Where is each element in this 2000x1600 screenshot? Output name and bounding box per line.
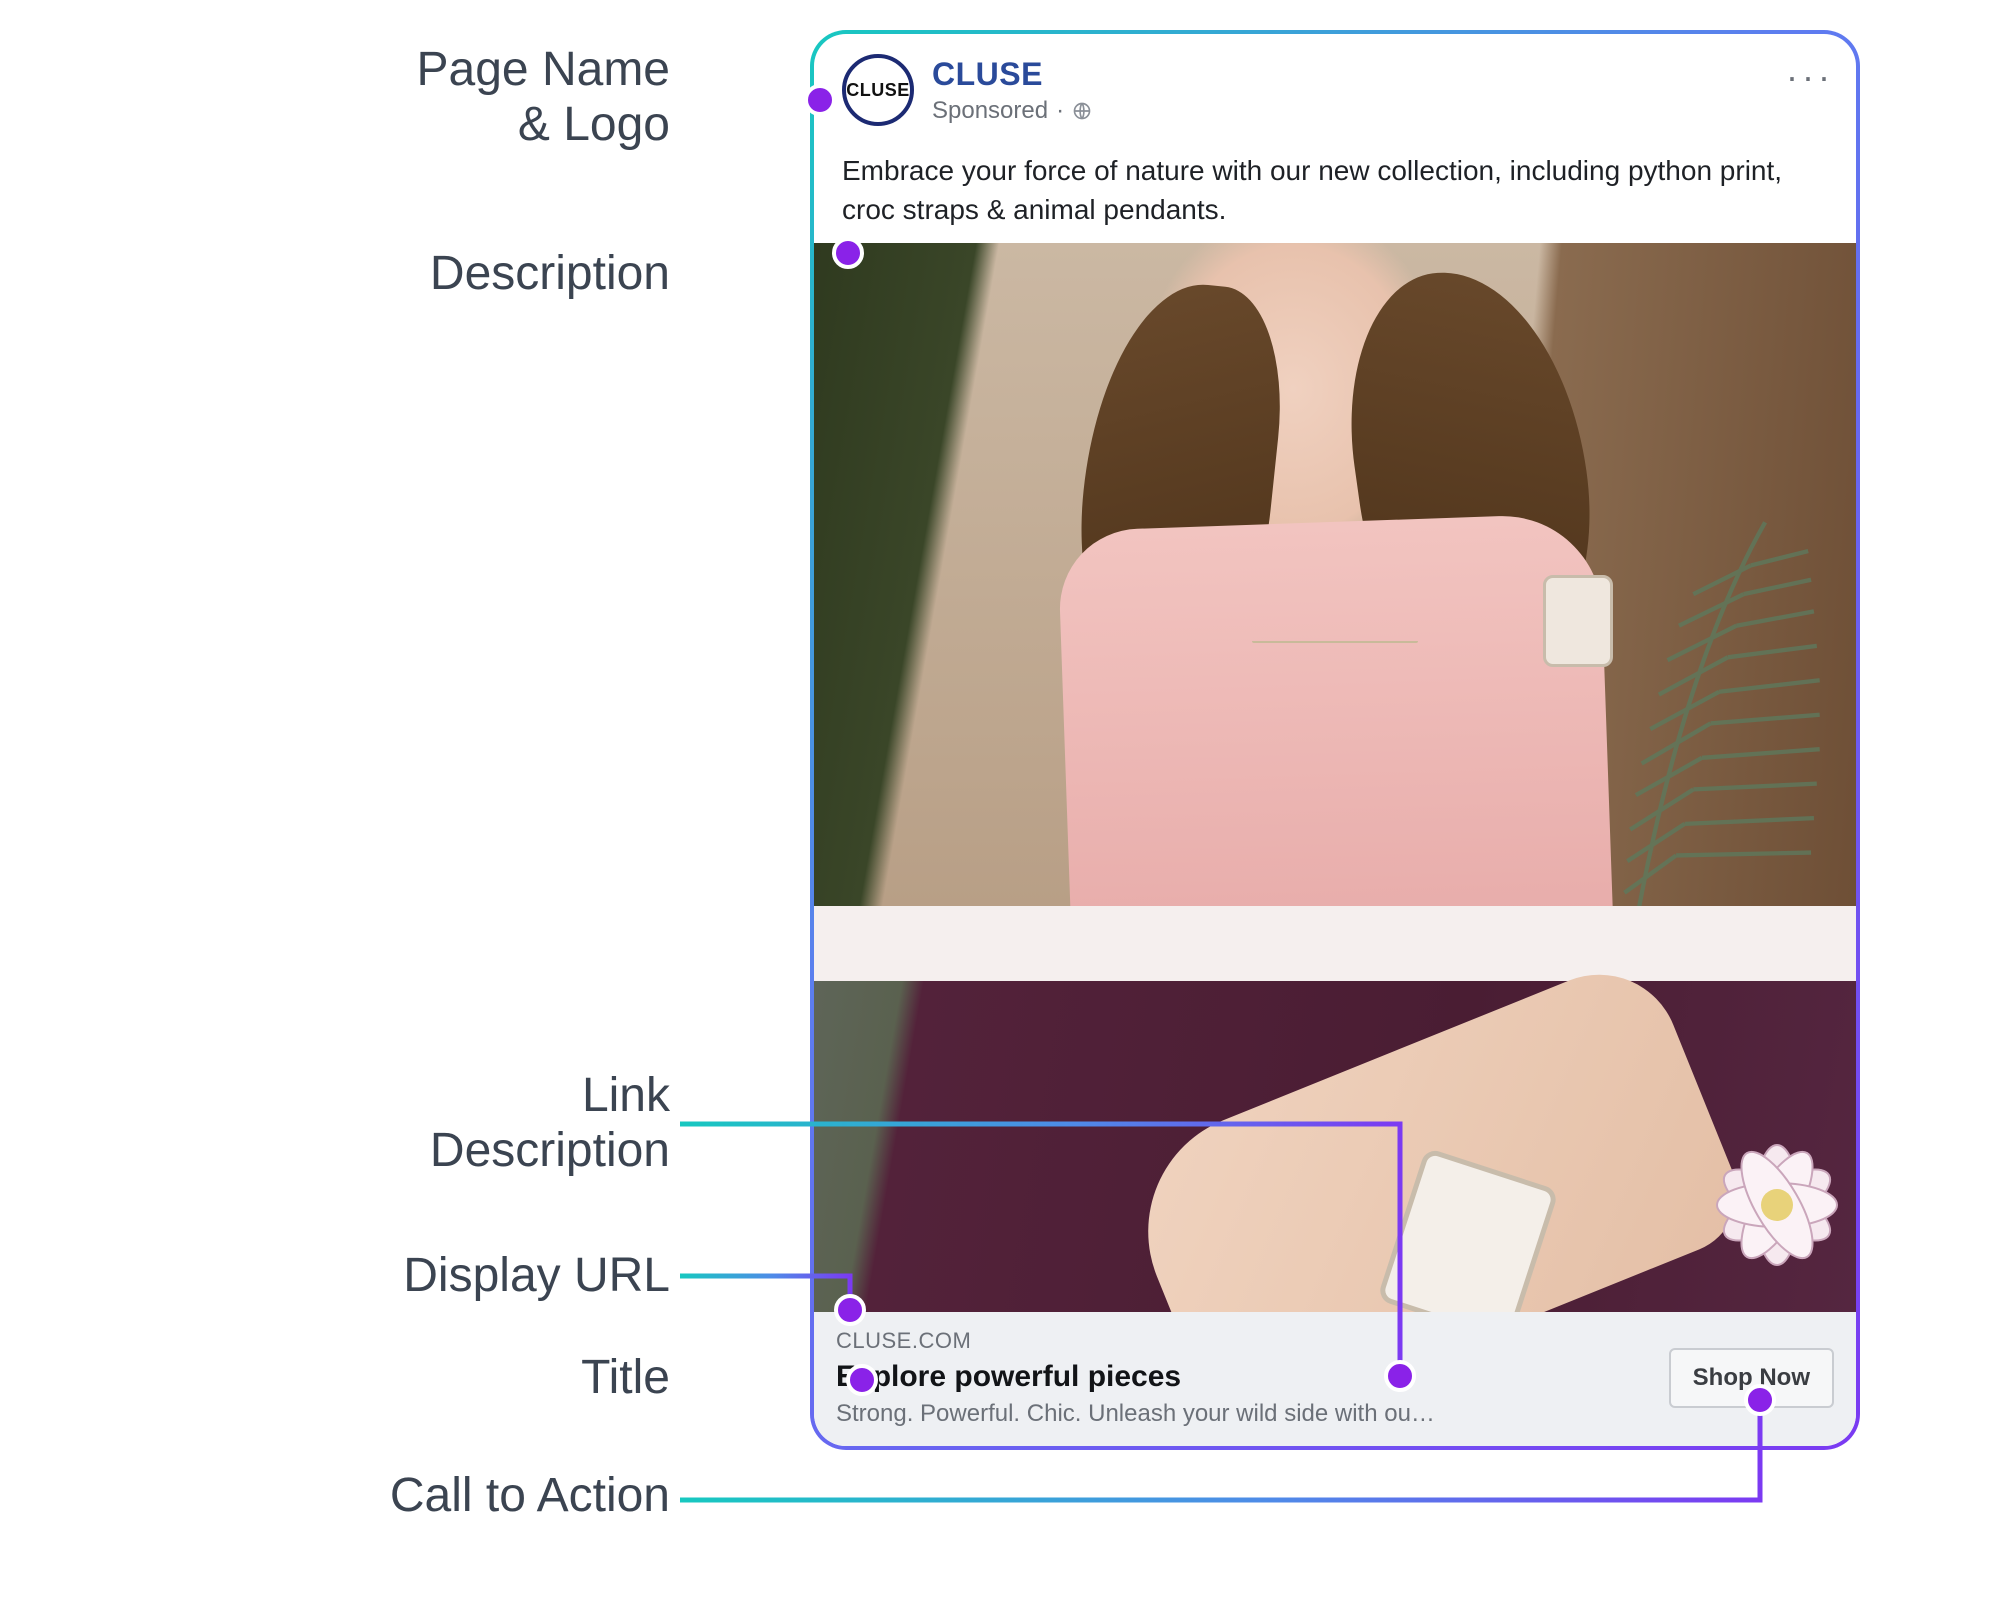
annotation-display-url: Display URL xyxy=(403,1248,670,1303)
ad-header: CLUSE CLUSE Sponsored · ··· xyxy=(814,34,1856,134)
ad-link-bar[interactable]: CLUSE.COM Explore powerful pieces Strong… xyxy=(814,1312,1856,1446)
ad-link-description: Strong. Powerful. Chic. Unleash your wil… xyxy=(836,1400,1649,1428)
annotation-call-to-action: Call to Action xyxy=(390,1468,670,1523)
annotation-title: Title xyxy=(581,1350,670,1405)
sponsored-row: Sponsored · xyxy=(932,97,1092,125)
ad-title: Explore powerful pieces xyxy=(836,1360,1649,1394)
flower-illustration-icon xyxy=(1677,1105,1856,1305)
annotation-link-description: LinkDescription xyxy=(430,1068,670,1178)
globe-icon xyxy=(1072,101,1092,121)
ad-media-bottom-image xyxy=(814,981,1856,1312)
fern-illustration-icon xyxy=(1481,508,1856,939)
cta-button[interactable]: Shop Now xyxy=(1669,1348,1834,1408)
sponsored-label: Sponsored xyxy=(932,97,1048,125)
annotation-page-name-logo: Page Name& Logo xyxy=(417,42,670,152)
ad-header-text: CLUSE Sponsored · xyxy=(932,56,1092,125)
annotation-description: Description xyxy=(430,246,670,301)
display-url: CLUSE.COM xyxy=(836,1328,1649,1354)
separator-dot: · xyxy=(1056,97,1064,125)
more-menu-icon[interactable]: ··· xyxy=(1786,56,1834,98)
page-name[interactable]: CLUSE xyxy=(932,56,1092,93)
ad-media-top-image xyxy=(814,243,1856,906)
ad-card-border: CLUSE CLUSE Sponsored · ··· Embrace your… xyxy=(810,30,1860,1450)
ad-body-text: Embrace your force of nature with our ne… xyxy=(814,134,1856,243)
ad-card: CLUSE CLUSE Sponsored · ··· Embrace your… xyxy=(814,34,1856,1446)
ad-media[interactable] xyxy=(814,243,1856,1312)
page-logo[interactable]: CLUSE xyxy=(842,54,914,126)
